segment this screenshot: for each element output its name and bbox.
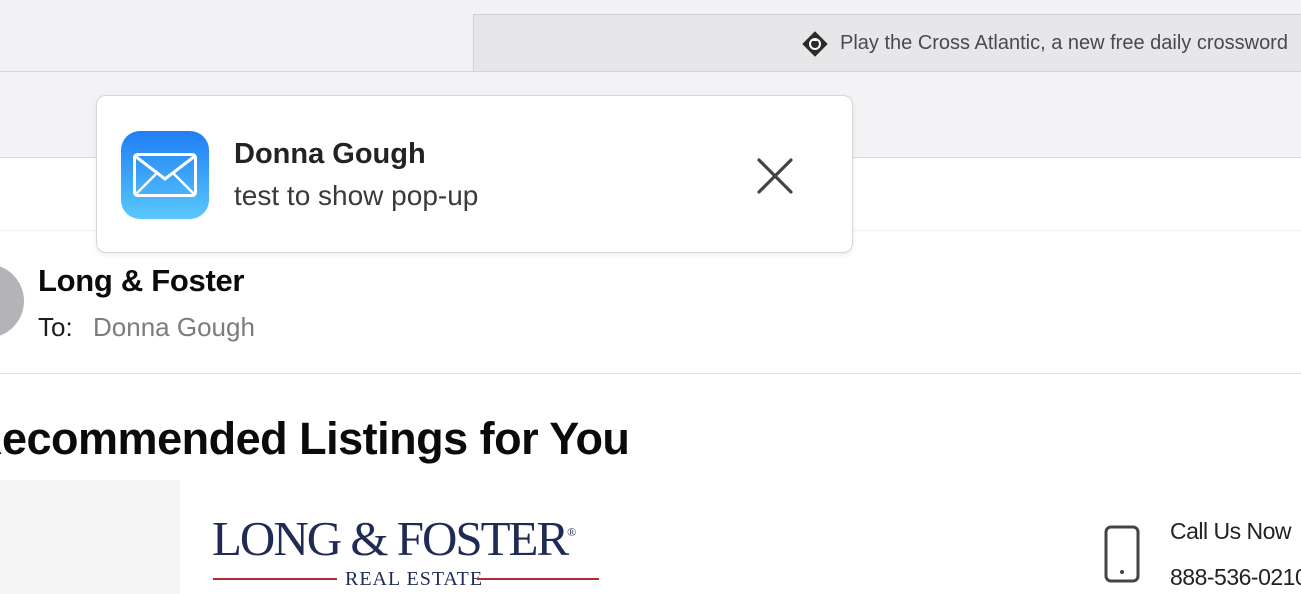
close-icon[interactable] xyxy=(753,154,797,198)
tab-inactive[interactable]: Play the Cross Atlantic, a new free dail… xyxy=(473,14,1301,71)
brand-logo-subtitle: REAL ESTATE xyxy=(345,568,484,590)
recipient-name[interactable]: Donna Gough xyxy=(93,312,255,343)
call-number[interactable]: 888-536-0210 xyxy=(1170,564,1301,591)
email-headline: Recommended Listings for You xyxy=(0,413,630,464)
tab-active[interactable] xyxy=(0,0,473,71)
news-site-favicon-icon xyxy=(802,31,828,57)
tab-bar: Play the Cross Atlantic, a new free dail… xyxy=(0,0,1301,72)
mail-icon xyxy=(121,131,209,219)
notification-sender: Donna Gough xyxy=(234,138,426,170)
brand-logo-text: LONG & FOSTER xyxy=(212,511,569,566)
sender-avatar xyxy=(0,264,24,338)
logo-rule-left xyxy=(213,578,337,580)
header-divider xyxy=(0,373,1301,374)
sender-name: Long & Foster xyxy=(38,263,245,298)
tab-title: Play the Cross Atlantic, a new free dail… xyxy=(840,32,1288,54)
to-label: To: xyxy=(38,312,73,342)
notification-message: test to show pop-up xyxy=(234,180,479,211)
call-label: Call Us Now xyxy=(1170,518,1292,544)
banner-left-panel xyxy=(0,480,180,594)
phone-icon xyxy=(1104,525,1140,583)
registered-mark: ® xyxy=(567,524,576,539)
mail-notification[interactable]: Donna Gough test to show pop-up xyxy=(96,95,853,253)
brand-logo[interactable]: LONG & FOSTER® xyxy=(212,511,576,566)
logo-rule-right xyxy=(477,578,599,580)
